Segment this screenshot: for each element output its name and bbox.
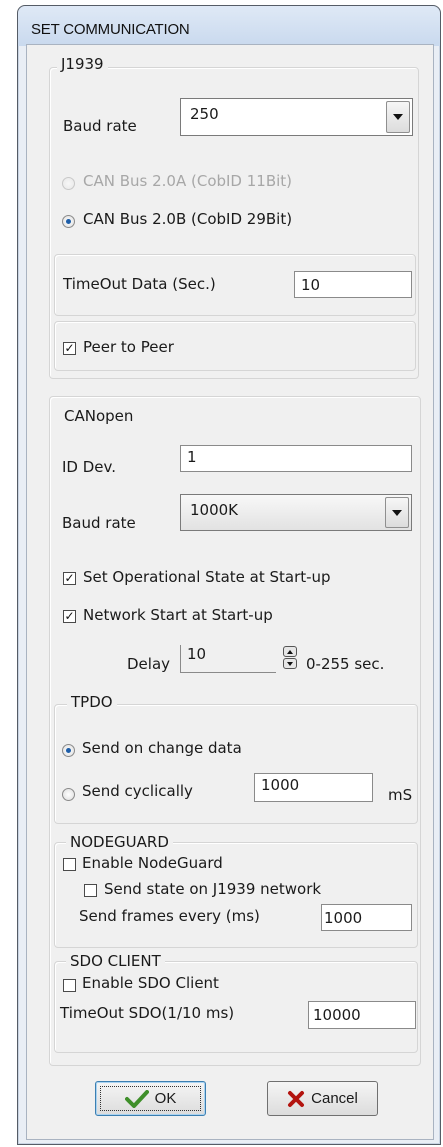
send-cyclically-radio[interactable] (62, 788, 75, 801)
stepper-up-icon[interactable] (283, 646, 297, 657)
chevron-down-icon[interactable] (385, 497, 409, 528)
j1939-baud-select[interactable]: 250 (180, 98, 413, 136)
cyclic-unit-label: mS (388, 786, 413, 804)
peer-to-peer-label: Peer to Peer (83, 338, 174, 356)
can-2b-label: CAN Bus 2.0B (CobID 29Bit) (83, 210, 293, 228)
j1939-timeout-value: 10 (301, 276, 321, 294)
send-frames-value: 1000 (324, 909, 363, 927)
set-operational-label: Set Operational State at Start-up (83, 568, 331, 586)
j1939-legend: J1939 (57, 55, 108, 73)
x-mark-icon (288, 1090, 305, 1107)
can-2a-radio[interactable] (62, 177, 75, 190)
id-dev-value: 1 (187, 448, 197, 466)
canopen-baud-value: 1000K (190, 501, 239, 519)
send-state-label: Send state on J1939 network (104, 880, 322, 898)
sdo-client-legend: SDO CLIENT (66, 952, 165, 970)
j1939-timeout-input[interactable]: 10 (294, 271, 412, 298)
enable-nodeguard-checkbox[interactable] (63, 858, 76, 871)
delay-range-label: 0-255 sec. (306, 655, 385, 673)
can-2b-radio[interactable] (62, 215, 75, 228)
ok-button[interactable]: OK (95, 1081, 206, 1116)
enable-sdo-client-checkbox[interactable] (63, 979, 76, 992)
send-cyclically-label: Send cyclically (82, 782, 193, 800)
id-dev-input[interactable]: 1 (180, 445, 412, 472)
canopen-baud-select[interactable]: 1000K (180, 494, 412, 531)
delay-value: 10 (187, 645, 207, 663)
send-on-change-label: Send on change data (82, 739, 242, 757)
canopen-legend: CANopen (60, 407, 138, 425)
chevron-down-icon[interactable] (386, 101, 410, 133)
sdo-timeout-label: TimeOut SDO(1/10 ms) (60, 1004, 235, 1022)
j1939-baud-label: Baud rate (63, 117, 137, 135)
tpdo-group (54, 704, 418, 824)
cancel-button[interactable]: Cancel (267, 1081, 378, 1116)
delay-stepper[interactable] (283, 646, 297, 670)
can-2a-label: CAN Bus 2.0A (CobID 11Bit) (83, 172, 293, 190)
cyclic-interval-value: 1000 (261, 776, 300, 794)
canopen-baud-label: Baud rate (62, 514, 136, 532)
id-dev-label: ID Dev. (62, 458, 117, 476)
send-on-change-radio[interactable] (62, 744, 75, 757)
delay-input[interactable]: 10 (180, 645, 276, 673)
send-frames-input[interactable]: 1000 (321, 904, 412, 931)
peer-to-peer-checkbox[interactable]: ✓ (63, 342, 76, 355)
sdo-timeout-input[interactable]: 10000 (308, 1001, 416, 1029)
j1939-baud-value: 250 (190, 105, 219, 123)
set-operational-checkbox[interactable]: ✓ (63, 572, 76, 585)
send-state-checkbox[interactable] (84, 884, 97, 897)
tpdo-legend: TPDO (67, 693, 117, 711)
send-frames-label: Send frames every (ms) (79, 907, 260, 925)
j1939-timeout-label: TimeOut Data (Sec.) (63, 275, 216, 293)
cyclic-interval-input[interactable]: 1000 (254, 773, 373, 802)
network-start-checkbox[interactable]: ✓ (63, 610, 76, 623)
window-title: SET COMMUNICATION (31, 21, 190, 38)
sdo-timeout-value: 10000 (313, 1006, 361, 1024)
enable-nodeguard-label: Enable NodeGuard (82, 854, 223, 872)
stepper-down-icon[interactable] (283, 658, 297, 669)
enable-sdo-client-label: Enable SDO Client (82, 974, 219, 992)
network-start-label: Network Start at Start-up (83, 606, 273, 624)
delay-label: Delay (127, 655, 171, 673)
nodeguard-legend: NODEGUARD (66, 833, 173, 851)
cancel-button-label: Cancel (311, 1090, 358, 1107)
